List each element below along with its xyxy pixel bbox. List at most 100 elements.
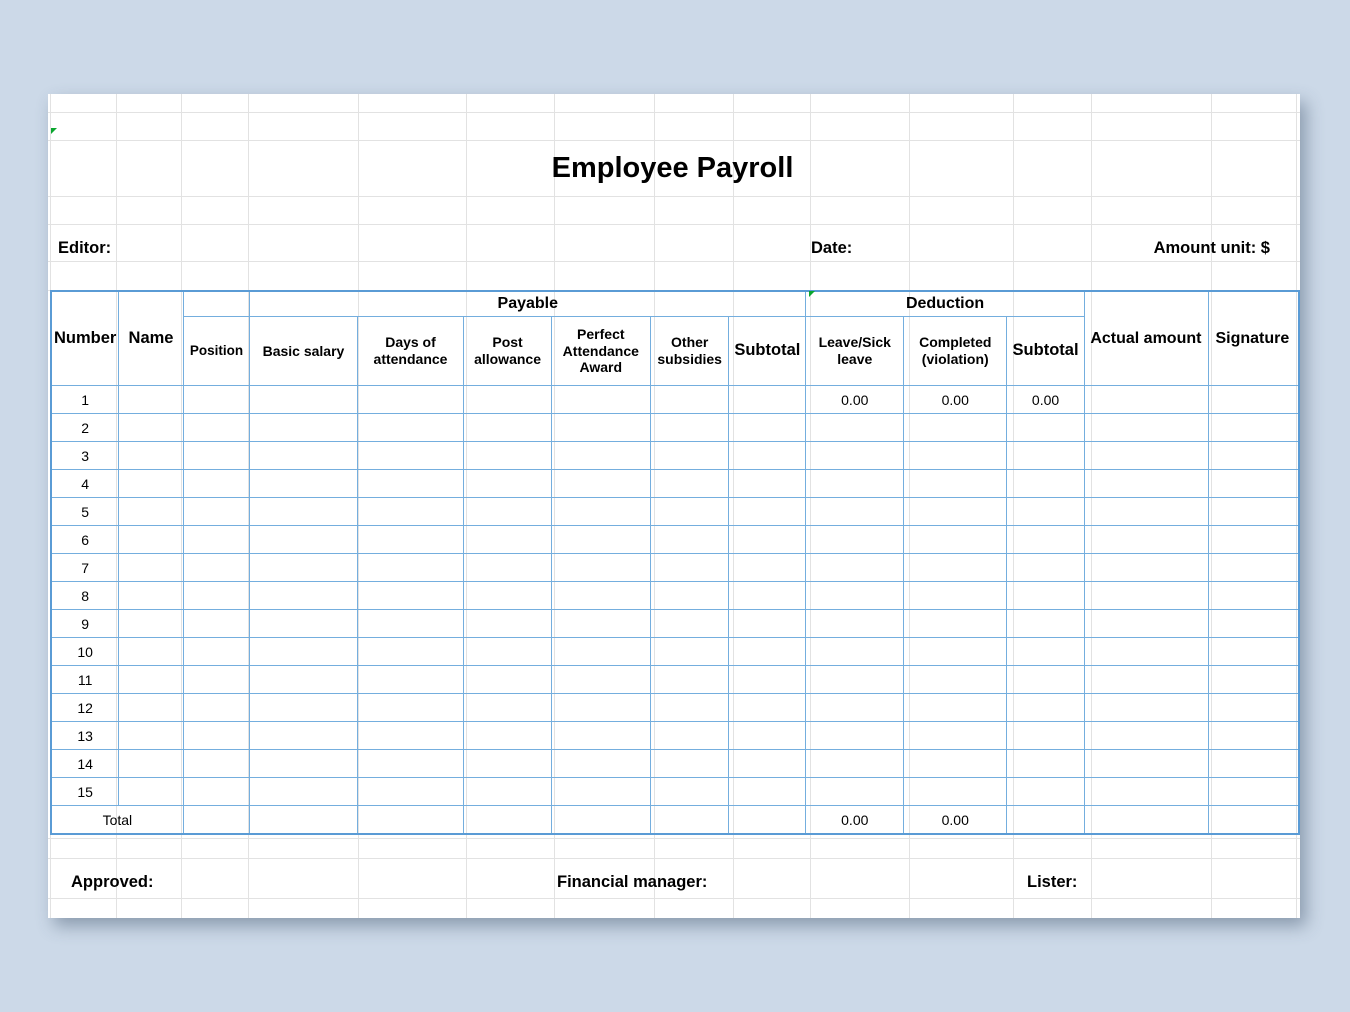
row-payable-subtotal[interactable] [728,441,807,470]
row-actual-amount[interactable] [1083,497,1209,526]
row-leave-sick-leave[interactable] [805,525,905,554]
row-basic-salary[interactable] [249,665,358,694]
row-leave-sick-leave[interactable] [805,441,905,470]
row-signature[interactable] [1207,441,1300,470]
row-post-allowance[interactable] [463,749,552,778]
row-signature[interactable] [1207,469,1300,498]
row-days-of-attendance[interactable] [356,553,465,582]
row-post-allowance[interactable] [463,721,552,750]
row-perfect-attendance-award[interactable] [550,581,651,610]
row-actual-amount[interactable] [1083,581,1209,610]
row-post-allowance[interactable] [463,497,552,526]
row-perfect-attendance-award[interactable] [550,609,651,638]
row-basic-salary[interactable] [249,721,358,750]
total-deduction-subtotal[interactable] [1006,805,1085,835]
row-payable-subtotal[interactable] [728,581,807,610]
total-position[interactable] [182,805,251,835]
row-completed-violation[interactable] [903,413,1008,442]
row-position[interactable] [182,413,251,442]
row-days-of-attendance[interactable] [356,721,465,750]
row-position[interactable] [182,749,251,778]
row-signature[interactable] [1207,497,1300,526]
row-perfect-attendance-award[interactable] [550,497,651,526]
row-payable-subtotal[interactable] [728,497,807,526]
row-perfect-attendance-award[interactable] [550,749,651,778]
total-perfect-attendance-award[interactable] [550,805,651,835]
row-completed-violation[interactable] [903,469,1008,498]
row-perfect-attendance-award[interactable] [550,721,651,750]
row-payable-subtotal[interactable] [728,721,807,750]
row-post-allowance[interactable] [463,637,552,666]
row-leave-sick-leave[interactable] [805,721,905,750]
row-signature[interactable] [1207,553,1300,582]
row-post-allowance[interactable] [463,665,552,694]
row-leave-sick-leave[interactable] [805,665,905,694]
row-signature[interactable] [1207,665,1300,694]
row-post-allowance[interactable] [463,385,552,414]
row-leave-sick-leave[interactable]: 0.00 [805,385,905,414]
row-payable-subtotal[interactable] [728,637,807,666]
row-name[interactable] [118,721,184,750]
row-actual-amount[interactable] [1083,413,1209,442]
row-other-subsidies[interactable] [649,581,730,610]
row-completed-violation[interactable] [903,497,1008,526]
row-leave-sick-leave[interactable] [805,693,905,722]
row-deduction-subtotal[interactable] [1006,637,1085,666]
row-completed-violation[interactable] [903,441,1008,470]
total-post-allowance[interactable] [463,805,552,835]
row-perfect-attendance-award[interactable] [550,385,651,414]
row-deduction-subtotal[interactable] [1006,749,1085,778]
row-post-allowance[interactable] [463,525,552,554]
row-leave-sick-leave[interactable] [805,553,905,582]
row-name[interactable] [118,553,184,582]
row-deduction-subtotal[interactable] [1006,581,1085,610]
row-leave-sick-leave[interactable] [805,637,905,666]
row-deduction-subtotal[interactable] [1006,469,1085,498]
row-basic-salary[interactable] [249,385,358,414]
row-actual-amount[interactable] [1083,469,1209,498]
row-completed-violation[interactable] [903,777,1008,806]
row-post-allowance[interactable] [463,777,552,806]
row-signature[interactable] [1207,525,1300,554]
row-name[interactable] [118,581,184,610]
row-completed-violation[interactable] [903,693,1008,722]
row-other-subsidies[interactable] [649,553,730,582]
row-name[interactable] [118,637,184,666]
row-deduction-subtotal[interactable] [1006,497,1085,526]
row-name[interactable] [118,665,184,694]
row-name[interactable] [118,385,184,414]
row-deduction-subtotal[interactable] [1006,441,1085,470]
row-signature[interactable] [1207,413,1300,442]
row-deduction-subtotal[interactable] [1006,525,1085,554]
row-perfect-attendance-award[interactable] [550,469,651,498]
row-completed-violation[interactable] [903,721,1008,750]
row-payable-subtotal[interactable] [728,553,807,582]
row-other-subsidies[interactable] [649,525,730,554]
row-days-of-attendance[interactable] [356,581,465,610]
row-leave-sick-leave[interactable] [805,413,905,442]
row-post-allowance[interactable] [463,441,552,470]
row-position[interactable] [182,385,251,414]
row-deduction-subtotal[interactable] [1006,609,1085,638]
row-payable-subtotal[interactable] [728,777,807,806]
row-completed-violation[interactable] [903,609,1008,638]
row-other-subsidies[interactable] [649,609,730,638]
row-days-of-attendance[interactable] [356,413,465,442]
row-deduction-subtotal[interactable] [1006,693,1085,722]
row-basic-salary[interactable] [249,525,358,554]
row-days-of-attendance[interactable] [356,777,465,806]
row-deduction-subtotal[interactable]: 0.00 [1006,385,1085,414]
row-post-allowance[interactable] [463,469,552,498]
row-actual-amount[interactable] [1083,441,1209,470]
row-name[interactable] [118,609,184,638]
row-actual-amount[interactable] [1083,385,1209,414]
row-days-of-attendance[interactable] [356,665,465,694]
row-actual-amount[interactable] [1083,609,1209,638]
row-post-allowance[interactable] [463,693,552,722]
row-basic-salary[interactable] [249,693,358,722]
row-name[interactable] [118,693,184,722]
row-signature[interactable] [1207,749,1300,778]
row-actual-amount[interactable] [1083,693,1209,722]
row-name[interactable] [118,777,184,806]
row-perfect-attendance-award[interactable] [550,413,651,442]
